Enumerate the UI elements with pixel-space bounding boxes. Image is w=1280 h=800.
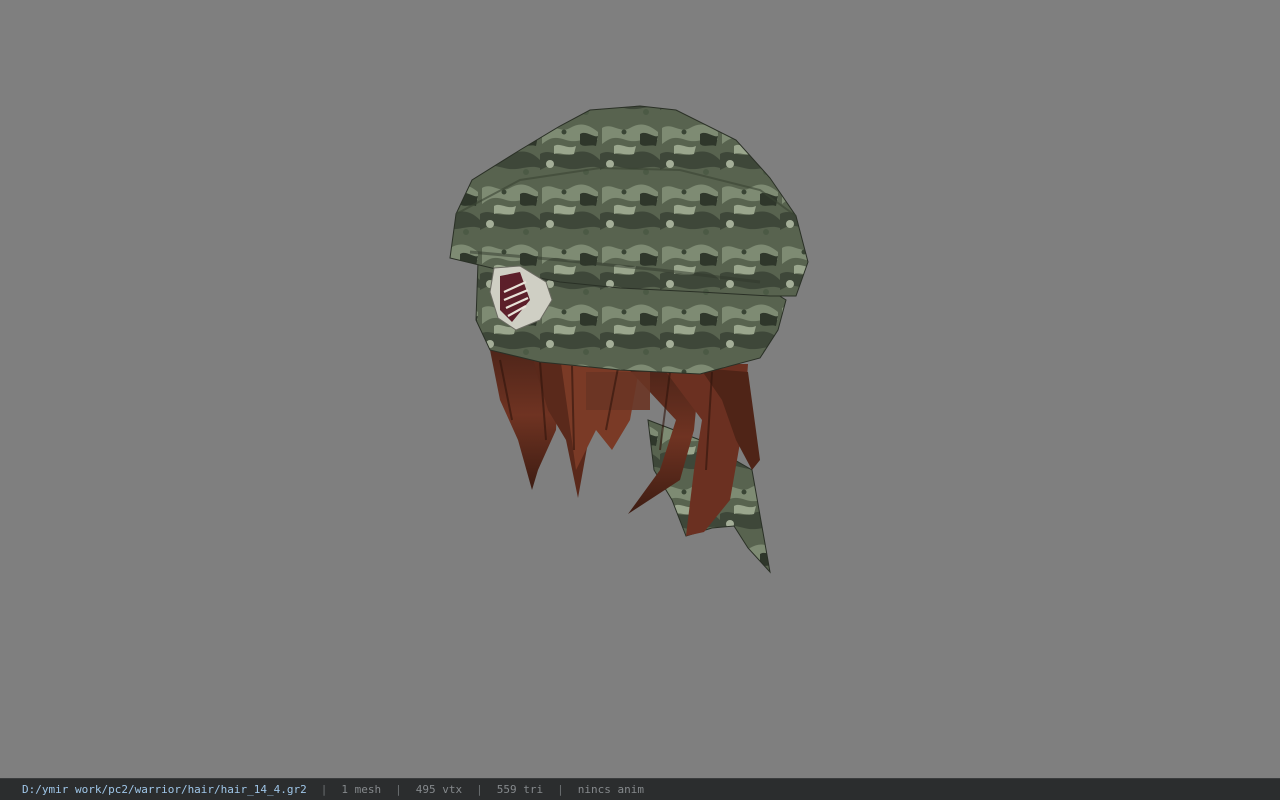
hair-helmet-model-icon[interactable]: [0, 0, 1280, 778]
vertex-count: 495 vtx: [415, 783, 463, 796]
status-bar: D:/ymir work/pc2/warrior/hair/hair_14_4.…: [0, 778, 1280, 800]
separator: |: [476, 783, 483, 796]
separator: |: [320, 783, 328, 796]
triangle-count: 559 tri: [496, 783, 544, 796]
animation-status: nincs anim: [577, 783, 644, 796]
3d-viewport[interactable]: [0, 0, 1280, 778]
file-path: D:/ymir work/pc2/warrior/hair/hair_14_4.…: [22, 783, 307, 796]
separator: |: [395, 783, 402, 796]
mesh-count: 1 mesh: [341, 783, 382, 796]
separator: |: [557, 783, 564, 796]
